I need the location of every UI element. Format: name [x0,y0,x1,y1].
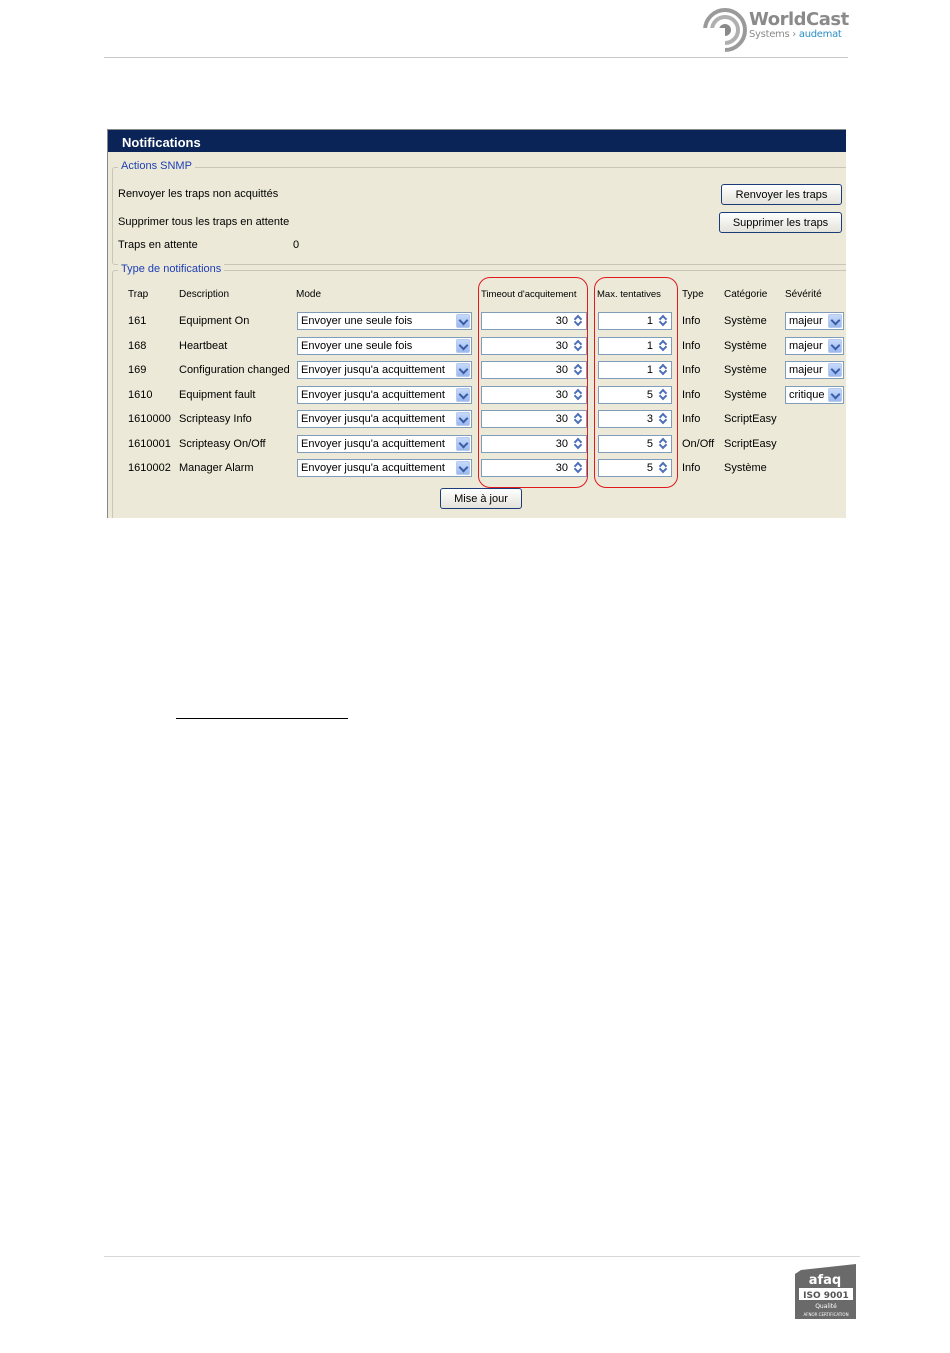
trap-type: Info [682,315,701,327]
svg-text:ISO 9001: ISO 9001 [803,1291,849,1301]
svg-text:Qualité: Qualité [815,1303,837,1310]
mode-select[interactable]: Envoyer jusqu'a acquittement [297,435,472,453]
trap-category: Système [724,389,767,401]
chevron-down-icon[interactable] [828,314,842,328]
resend-label: Renvoyer les traps non acquittés [118,188,279,200]
severity-select[interactable]: critique [785,386,844,404]
delete-label: Supprimer tous les traps en attente [118,216,290,228]
trap-category: Système [724,315,767,327]
mode-select-value: Envoyer une seule fois [301,340,413,352]
mode-select-value: Envoyer jusqu'a acquittement [301,413,445,425]
severity-select-value: majeur [789,315,823,327]
pending-label: Traps en attente [118,239,198,251]
logo-subtitle: Systems › audemat [749,29,842,40]
afaq-certification-icon: afaq ISO 9001 Qualité AFNOR CERTIFICATIO… [795,1264,856,1319]
snmp-actions-legend: Actions SNMP [118,160,195,172]
chevron-down-icon[interactable] [456,461,470,475]
mode-select-value: Envoyer jusqu'a acquittement [301,438,445,450]
chevron-down-icon[interactable] [456,314,470,328]
trap-description: Equipment fault [179,389,256,401]
panel-title: Notifications [108,130,846,152]
mode-select[interactable]: Envoyer jusqu'a acquittement [297,410,472,428]
trap-category: Système [724,340,767,352]
chevron-down-icon[interactable] [456,412,470,426]
trap-id: 1610000 [128,413,171,425]
trap-type: On/Off [682,438,715,450]
trap-description: Equipment On [179,315,250,327]
trap-id: 161 [128,315,147,327]
chevron-down-icon[interactable] [828,339,842,353]
trap-description: Heartbeat [179,340,228,352]
mode-select-value: Envoyer jusqu'a acquittement [301,389,445,401]
header-mode: Mode [296,289,322,300]
trap-category: ScriptEasy [724,438,777,450]
mode-select[interactable]: Envoyer une seule fois [297,337,472,355]
chevron-down-icon[interactable] [456,388,470,402]
trap-type: Info [682,340,701,352]
text-underline [176,718,348,719]
trap-description: Scripteasy Info [179,413,252,425]
trap-id: 1610 [128,389,153,401]
trap-category: ScriptEasy [724,413,777,425]
worldcast-swirl-icon [703,8,747,52]
notifications-panel: Notifications Actions SNMP Renvoyer les … [107,129,846,518]
chevron-down-icon[interactable] [456,339,470,353]
mode-select-value: Envoyer jusqu'a acquittement [301,462,445,474]
pending-value: 0 [293,239,300,251]
chevron-down-icon[interactable] [456,437,470,451]
header-category: Catégorie [724,289,768,300]
trap-type: Info [682,389,701,401]
mode-select[interactable]: Envoyer jusqu'a acquittement [297,386,472,404]
trap-type: Info [682,413,701,425]
chevron-down-icon[interactable] [828,363,842,377]
header-type: Type [682,289,704,300]
footer-rule [104,1256,860,1257]
trap-id: 169 [128,364,147,376]
mode-select[interactable]: Envoyer jusqu'a acquittement [297,361,472,379]
trap-category: Système [724,462,767,474]
trap-description: Configuration changed [179,364,290,376]
severity-select[interactable]: majeur [785,337,844,355]
timeout-column-highlight [478,277,588,488]
resend-traps-button[interactable]: Renvoyer les traps [721,184,842,205]
notification-types-legend: Type de notifications [118,263,225,275]
mode-select[interactable]: Envoyer jusqu'a acquittement [297,459,472,477]
trap-category: Système [724,364,767,376]
trap-type: Info [682,462,701,474]
severity-select[interactable]: majeur [785,312,844,330]
mode-select[interactable]: Envoyer une seule fois [297,312,472,330]
delete-traps-button[interactable]: Supprimer les traps [719,212,842,233]
header-trap: Trap [128,289,149,300]
worldcast-logo: WorldCast Systems › audemat [703,6,849,52]
header-description: Description [179,289,230,300]
svg-text:afaq: afaq [809,1273,842,1288]
trap-id: 1610001 [128,438,171,450]
severity-select[interactable]: majeur [785,361,844,379]
chevron-down-icon[interactable] [456,363,470,377]
svg-text:AFNOR CERTIFICATION: AFNOR CERTIFICATION [803,1312,848,1317]
header-severity: Sévérité [785,289,822,300]
severity-select-value: majeur [789,364,823,376]
trap-type: Info [682,364,701,376]
chevron-down-icon[interactable] [828,388,842,402]
mode-select-value: Envoyer une seule fois [301,315,413,327]
severity-select-value: critique [789,389,825,401]
trap-description: Manager Alarm [179,462,254,474]
afaq-iso-9001-logo: afaq ISO 9001 Qualité AFNOR CERTIFICATIO… [795,1264,856,1319]
max-attempts-column-highlight [594,277,678,488]
update-button[interactable]: Mise à jour [440,488,522,509]
mode-select-value: Envoyer jusqu'a acquittement [301,364,445,376]
severity-select-value: majeur [789,340,823,352]
trap-description: Scripteasy On/Off [179,438,266,450]
logo-wordmark: WorldCast [749,9,849,30]
header-rule [104,57,848,58]
trap-id: 1610002 [128,462,171,474]
trap-id: 168 [128,340,147,352]
